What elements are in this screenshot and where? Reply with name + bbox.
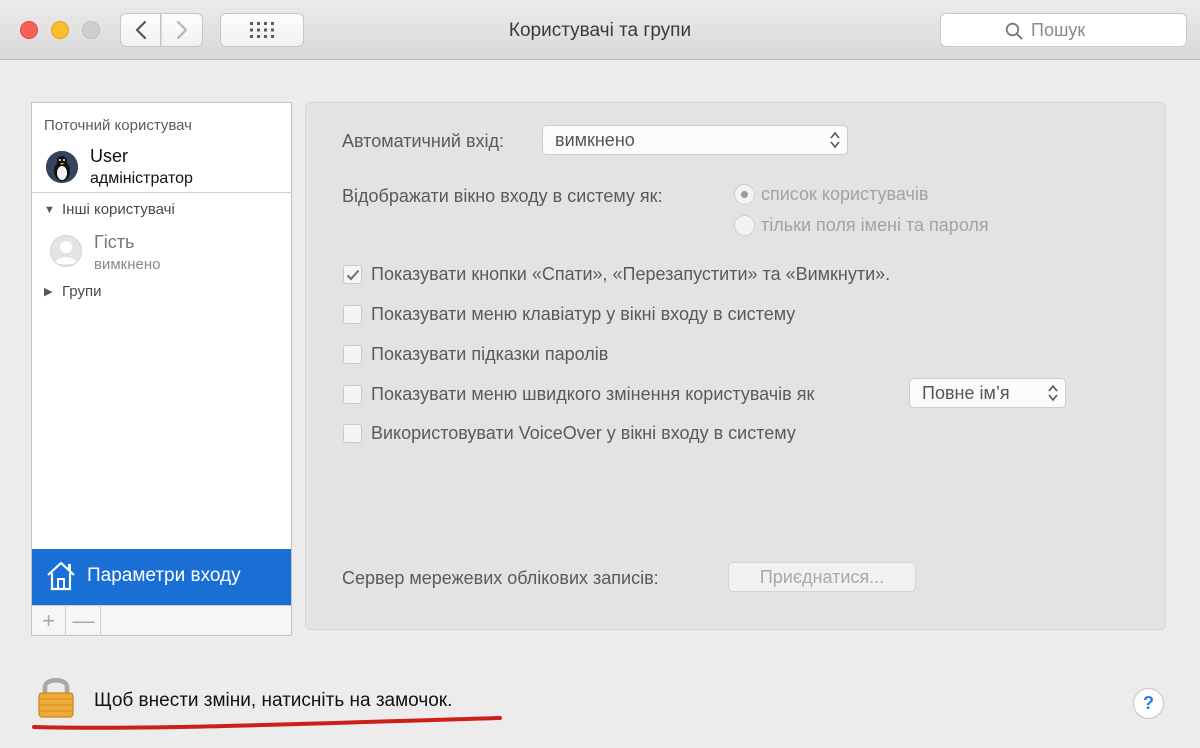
radio-user-list-label: список користувачів (761, 184, 929, 204)
login-options-panel: Автоматичний вхід: вимкнено Відображати … (305, 102, 1166, 630)
penguin-avatar-icon (46, 151, 78, 183)
checkbox-label: Показувати меню клавіатур у вікні входу … (371, 304, 796, 324)
sidebar-divider (32, 192, 291, 193)
house-icon (47, 561, 75, 591)
network-server-label: Сервер мережевих облікових записів: (342, 568, 659, 588)
checkbox-label: Показувати кнопки «Спати», «Перезапустит… (371, 264, 891, 284)
checkmark-icon (346, 269, 359, 280)
up-down-arrows-icon (830, 131, 840, 149)
up-down-arrows-icon (1048, 384, 1058, 402)
checkbox[interactable] (343, 305, 362, 324)
checkbox-voiceover[interactable]: Використовувати VoiceOver у вікні входу … (343, 423, 796, 444)
help-button[interactable]: ? (1133, 688, 1164, 719)
disclosure-triangle-right-icon[interactable]: ▶ (44, 285, 54, 298)
sidebar-footer: + — (32, 605, 291, 636)
radio-name-password[interactable]: тільки поля імені та пароля (734, 215, 989, 236)
checkbox[interactable] (343, 424, 362, 443)
avatar (50, 235, 82, 267)
sidebar-item-login-options[interactable]: Параметри входу (32, 549, 291, 605)
guest-user-status: вимкнено (94, 256, 161, 273)
checkbox-show-input-menu[interactable]: Показувати меню клавіатур у вікні входу … (343, 304, 795, 325)
checkbox[interactable] (343, 265, 362, 284)
checkbox-fast-user-switching[interactable]: Показувати меню швидкого змінення корист… (343, 384, 814, 405)
radio-name-password-label: тільки поля імені та пароля (761, 215, 989, 235)
other-users-label: Інші користувачі (62, 201, 175, 218)
checkbox[interactable] (343, 385, 362, 404)
search-icon (1005, 22, 1023, 40)
user-silhouette-icon (55, 241, 77, 264)
current-user-role: адміністратор (90, 170, 193, 187)
remove-user-button[interactable]: — (67, 606, 101, 636)
auto-login-label: Автоматичний вхід: (342, 131, 505, 151)
checkbox-label: Показувати підказки паролів (371, 344, 609, 364)
disclosure-triangle-down-icon[interactable]: ▼ (44, 204, 55, 216)
avatar (46, 151, 78, 183)
radio-user-list[interactable]: список користувачів (734, 184, 928, 205)
login-options-label: Параметри входу (87, 565, 241, 586)
groups-label: Групи (62, 283, 102, 300)
guest-user-name: Гість (94, 232, 135, 252)
search-field[interactable] (940, 13, 1187, 47)
users-sidebar: Поточний користувач User адміністратор ▼… (31, 102, 292, 636)
auto-login-popup[interactable]: вимкнено (542, 125, 848, 155)
sidebar-item-current-user[interactable]: User адміністратор (32, 143, 291, 191)
red-underline-annotation (32, 716, 502, 730)
checkbox-label: Показувати меню швидкого змінення корист… (371, 384, 815, 404)
checkbox[interactable] (343, 345, 362, 364)
checkbox-show-password-hints[interactable]: Показувати підказки паролів (343, 344, 608, 365)
radio-button[interactable] (734, 215, 755, 236)
add-user-button[interactable]: + (32, 606, 66, 636)
join-button[interactable]: Приєднатися... (728, 562, 916, 592)
lock-hint-text: Щоб внести зміни, натисніть на замочок. (94, 690, 453, 711)
fast-switch-format-popup[interactable]: Повне ім’я (909, 378, 1066, 408)
title-bar: Користувачі та групи (0, 0, 1200, 60)
current-user-name: User (90, 146, 129, 166)
current-user-heading: Поточний користувач (44, 117, 192, 134)
sidebar-group-groups[interactable]: ▶ Групи (44, 283, 101, 300)
display-login-label: Відображати вікно входу в систему як: (342, 186, 663, 206)
checkbox-show-power-buttons[interactable]: Показувати кнопки «Спати», «Перезапустит… (343, 264, 890, 285)
sidebar-item-guest[interactable]: Гість вимкнено (32, 227, 291, 275)
checkbox-label: Використовувати VoiceOver у вікні входу … (371, 423, 796, 443)
radio-button-selected[interactable] (734, 184, 755, 205)
fast-switch-value: Повне ім’я (922, 383, 1010, 403)
sidebar-group-other-users[interactable]: ▼ Інші користувачі (44, 201, 175, 218)
auto-login-value: вимкнено (555, 130, 635, 150)
search-input[interactable] (1031, 19, 1181, 41)
